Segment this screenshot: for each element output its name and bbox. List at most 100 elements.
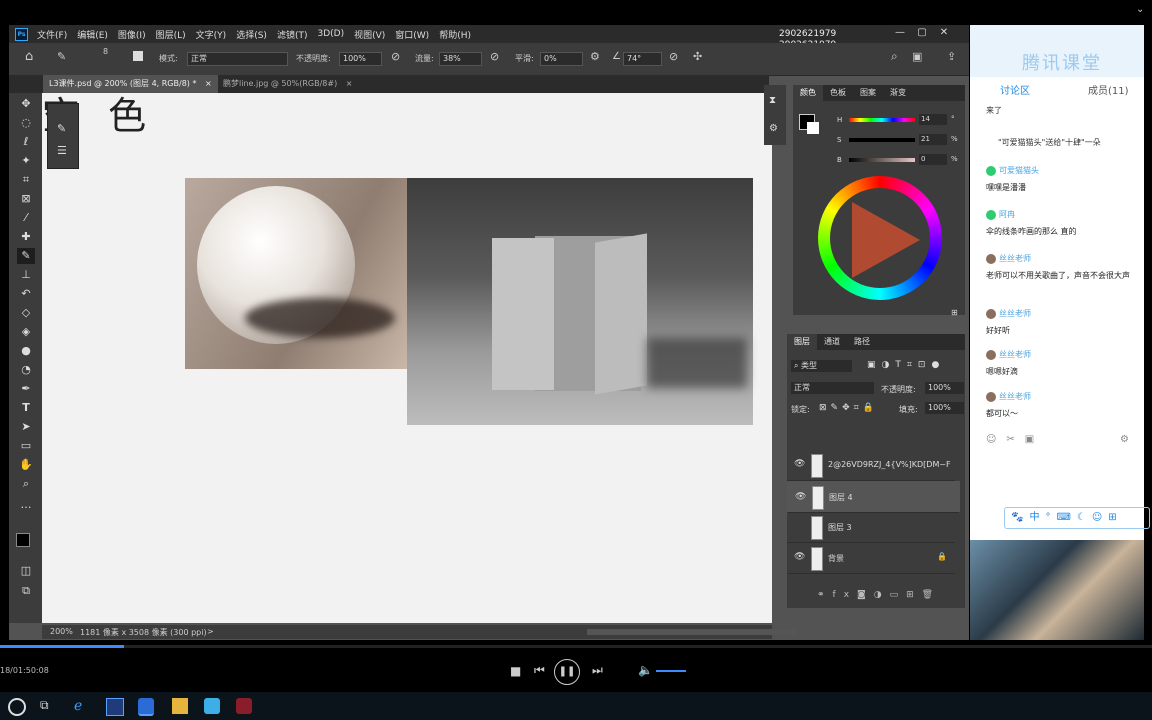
flow-input[interactable]: 38% — [439, 52, 482, 66]
menu-help[interactable]: 帮助(H) — [439, 28, 471, 41]
menu-layer[interactable]: 图层(L) — [156, 28, 186, 41]
previous-icon[interactable]: ⏮ — [534, 663, 545, 678]
menu-select[interactable]: 选择(S) — [236, 28, 267, 41]
tab-swatches[interactable]: 色板 — [823, 85, 853, 101]
brush-preset-icon[interactable]: ✎ — [57, 122, 66, 135]
brush-tool-icon[interactable]: ✎ — [17, 248, 35, 264]
layer-row[interactable]: 👁 背景 🔒 — [787, 543, 955, 574]
filter-icons[interactable]: ▣◑T⌗⊡● — [867, 360, 945, 370]
tab-line-jpg[interactable]: 鹏梦line.jpg @ 50%(RGB/8#) × — [217, 75, 358, 93]
chevron-down-icon[interactable]: ⌄ — [1136, 4, 1144, 15]
layer-opacity-input[interactable]: 100% — [925, 382, 964, 394]
tab-paths[interactable]: 路径 — [847, 334, 877, 350]
menu-3d[interactable]: 3D(D) — [317, 29, 344, 39]
maximize-icon[interactable]: ▢ — [911, 25, 933, 43]
app-icon-3[interactable] — [204, 698, 220, 714]
eraser-icon[interactable]: ◇ — [17, 305, 35, 321]
type-tool-icon[interactable]: T — [17, 400, 35, 416]
move-tool-icon[interactable]: ✥ — [17, 96, 35, 112]
angle-input[interactable]: 74° — [623, 52, 662, 66]
menu-file[interactable]: 文件(F) — [37, 28, 67, 41]
foreground-color-swatch[interactable] — [16, 533, 30, 547]
chat-username[interactable]: 可爱猫猫头 — [986, 165, 1136, 176]
menu-image[interactable]: 图像(I) — [118, 28, 146, 41]
chat-username[interactable]: 丝丝老师 — [986, 308, 1136, 319]
mode-select[interactable]: 正常 — [187, 52, 288, 66]
blend-mode-select[interactable]: 正常 — [791, 382, 874, 394]
color-wheel[interactable] — [818, 176, 942, 300]
hue-slider[interactable] — [849, 118, 915, 122]
blur-tool-icon[interactable]: ● — [17, 343, 35, 359]
lock-icons[interactable]: ⊠✎✥⌗🔒 — [819, 403, 878, 413]
file-explorer-icon[interactable] — [172, 698, 188, 714]
paint-bucket-icon[interactable]: ◈ — [17, 324, 35, 340]
tab-color[interactable]: 颜色 — [793, 85, 823, 101]
chat-username[interactable]: 丝丝老师 — [986, 253, 1136, 264]
fill-input[interactable]: 100% — [925, 402, 964, 414]
next-icon[interactable]: ⏭ — [592, 663, 603, 678]
volume-icon[interactable]: 🔈 — [638, 663, 653, 677]
ime-toolbar[interactable]: 🐾中°⌨☾☺⊞ — [1004, 507, 1150, 529]
gear-icon[interactable]: ⚙ — [590, 50, 600, 63]
healing-brush-icon[interactable]: ✚ — [17, 229, 35, 245]
tab-members[interactable]: 成员(11) — [1088, 82, 1129, 97]
bg-color-chip[interactable] — [807, 122, 819, 134]
b-input[interactable]: 0 — [919, 154, 947, 165]
pen-tool-icon[interactable]: ✒ — [17, 381, 35, 397]
tab-discussion[interactable]: 讨论区 — [1000, 82, 1030, 97]
tab-channels[interactable]: 通道 — [817, 334, 847, 350]
app-icon-active[interactable] — [138, 698, 154, 716]
zoom-level[interactable]: 200% — [50, 627, 73, 636]
eyedropper-icon[interactable]: ⁄ — [17, 210, 35, 226]
minimize-icon[interactable]: — — [889, 25, 911, 43]
task-view-icon[interactable]: ⧉ — [40, 698, 56, 714]
close-icon[interactable]: ✕ — [933, 25, 955, 43]
tab-close-icon[interactable]: × — [205, 79, 212, 88]
chat-toolbar[interactable]: ☺✂▣ — [986, 434, 1044, 445]
layer-row[interactable]: 👁 2@26VD9RZJ_4{V%]KD[DM~F — [787, 450, 955, 481]
pressure-size-icon[interactable]: ⊘ — [669, 50, 678, 63]
crop-tool-icon[interactable]: ⌗ — [17, 172, 35, 188]
chat-username[interactable]: 阿冉 — [986, 209, 1136, 220]
quick-mask-icon[interactable]: ◫ — [17, 563, 35, 579]
brush-panel-icon[interactable] — [133, 51, 143, 61]
stop-icon[interactable]: ■ — [510, 664, 521, 678]
workspace-icon[interactable]: ▣ — [912, 50, 922, 63]
start-search-icon[interactable] — [8, 698, 26, 716]
menu-type[interactable]: 文字(Y) — [196, 28, 227, 41]
tab-l3-psd[interactable]: L3课件.psd @ 200% (图层 4, RGB/8) * × — [43, 75, 218, 93]
tab-patterns[interactable]: 图案 — [853, 85, 883, 101]
s-input[interactable]: 21 — [919, 134, 947, 145]
brush-tool-icon[interactable]: ✎ — [57, 50, 66, 63]
frame-tool-icon[interactable]: ⊠ — [17, 191, 35, 207]
layer-actions[interactable]: ⚭fx◙◑▭⊞🗑 — [817, 590, 941, 600]
menu-edit[interactable]: 编辑(E) — [77, 28, 108, 41]
home-icon[interactable]: ⌂ — [25, 49, 33, 64]
dodge-tool-icon[interactable]: ◔ — [17, 362, 35, 378]
eye-icon[interactable]: 👁 — [794, 459, 805, 469]
layer-row[interactable]: 👁 图层 4 — [787, 481, 960, 513]
screen-mode-icon[interactable]: ⧉ — [17, 583, 35, 599]
rectangle-tool-icon[interactable]: ▭ — [17, 438, 35, 454]
status-arrow-icon[interactable]: > — [207, 627, 214, 636]
zoom-tool-icon[interactable]: ⌕ — [17, 476, 35, 492]
menu-view[interactable]: 视图(V) — [354, 28, 385, 41]
eye-icon[interactable]: 👁 — [794, 552, 805, 562]
more-tools-icon[interactable]: … — [17, 497, 35, 513]
tab-gradients[interactable]: 渐变 — [883, 85, 913, 101]
color-triangle[interactable] — [852, 202, 920, 278]
chat-username[interactable]: 丝丝老师 — [986, 391, 1136, 402]
layer-filter-select[interactable]: ⌕ 类型 — [791, 360, 852, 372]
brightness-slider[interactable] — [849, 158, 915, 162]
airbrush-icon[interactable]: ⊘ — [490, 50, 499, 63]
path-select-icon[interactable]: ➤ — [17, 419, 35, 435]
search-icon[interactable]: ⌕ — [891, 49, 898, 64]
h-input[interactable]: 14 — [919, 114, 947, 125]
settings-icon[interactable]: ⚙ — [1120, 434, 1129, 445]
progress-track[interactable] — [0, 645, 1152, 648]
menu-filter[interactable]: 滤镜(T) — [277, 28, 308, 41]
smooth-input[interactable]: 0% — [540, 52, 583, 66]
menu-window[interactable]: 窗口(W) — [395, 28, 429, 41]
layer-row[interactable]: 👁 图层 3 — [787, 512, 955, 543]
brush-size[interactable]: 8 — [103, 47, 108, 56]
